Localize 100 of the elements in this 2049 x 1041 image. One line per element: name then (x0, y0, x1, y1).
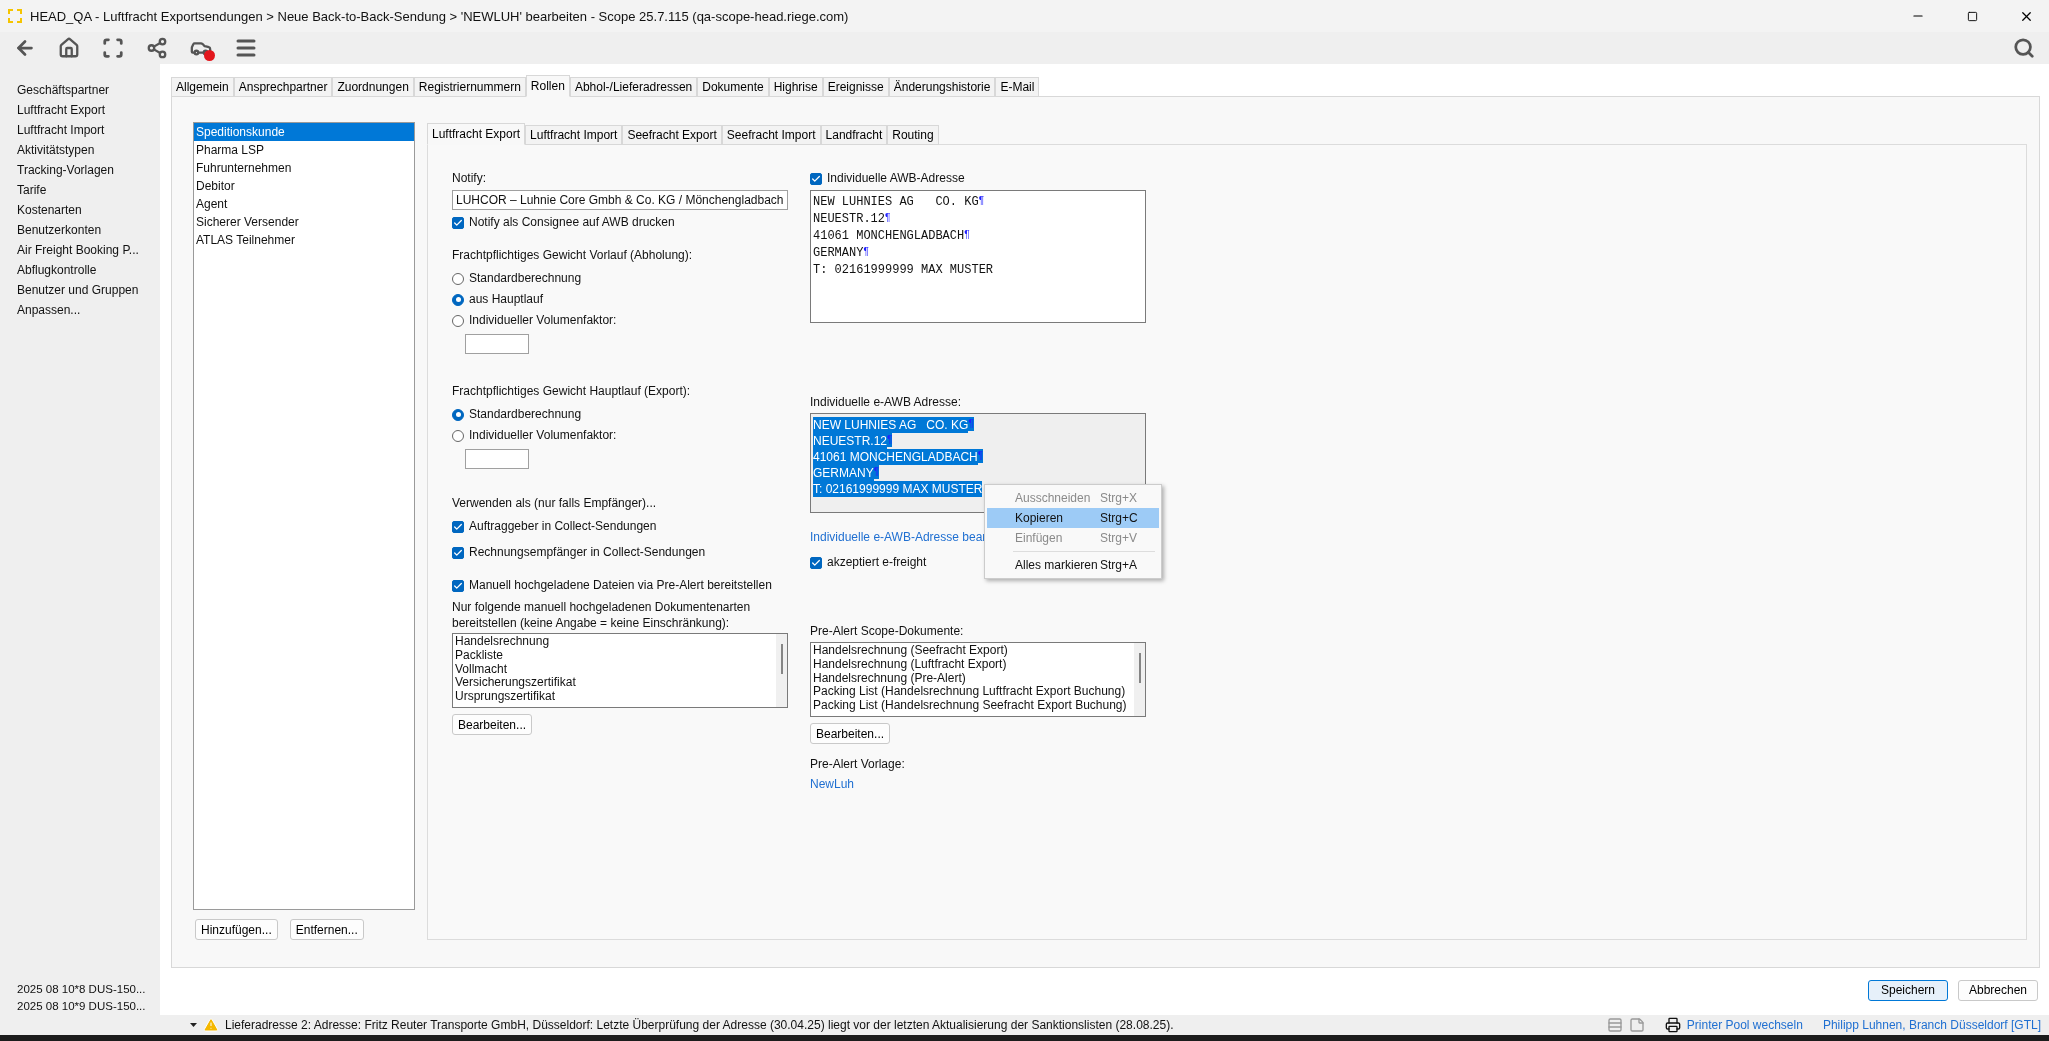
sidebar-item[interactable]: Luftfracht Import (17, 120, 160, 140)
list-item[interactable]: Packliste (455, 648, 774, 663)
checkbox[interactable] (810, 556, 822, 569)
edit-address-link[interactable]: Individuelle e-AWB-Adresse bear (810, 530, 987, 544)
sub-tab[interactable]: Landfracht (820, 125, 888, 145)
radio-button[interactable] (452, 314, 464, 327)
checkbox[interactable] (452, 546, 464, 559)
list-item[interactable]: Packing List (Handelsrechnung Luftfracht Export Buchung) (813, 685, 1132, 700)
checkbox[interactable] (452, 579, 464, 592)
sidebar-item[interactable]: Tracking-Vorlagen (17, 160, 160, 180)
checkbox[interactable] (452, 216, 464, 229)
template-link[interactable]: NewLuh (810, 777, 855, 791)
field-label: Notify: (452, 171, 487, 186)
radio-button[interactable] (452, 272, 464, 285)
address-line: NEW LUHNIES AG CO. KG (813, 194, 979, 211)
radio-label: Individueller Volumenfaktor: (469, 428, 617, 443)
tab[interactable]: Abhol-/Lieferadressen (569, 77, 698, 97)
role-item[interactable]: Debitor (194, 177, 414, 195)
section-label: Frachtpflichtiges Gewicht Vorlauf (Abholung): (452, 248, 694, 263)
sub-tab[interactable]: Luftfracht Export (427, 123, 526, 145)
warning-icon (203, 1017, 219, 1033)
scrollbar[interactable] (1134, 643, 1145, 716)
tab[interactable]: Rollen (525, 75, 570, 97)
tab[interactable]: Ansprechpartner (233, 77, 333, 97)
tab[interactable]: Registriernummern (413, 77, 526, 97)
back-arrow-icon[interactable] (14, 37, 36, 59)
printer-pool-link[interactable]: Printer Pool wechseln (1686, 1017, 1803, 1033)
expand-icon[interactable] (102, 37, 124, 59)
sub-tab[interactable]: Routing (887, 125, 939, 145)
sidebar-item[interactable]: Anpassen... (17, 300, 160, 320)
list-item[interactable]: Handelsrechnung (Seefracht Export) (813, 644, 1132, 658)
list-item[interactable]: Packing List (Handelsrechnung Seefracht Export Buchung) (813, 699, 1132, 713)
share-icon[interactable] (146, 37, 168, 59)
tab[interactable]: Allgemein (171, 77, 234, 97)
footer-button[interactable]: Abbrechen (1958, 979, 2038, 1001)
checkbox-label: Auftraggeber in Collect-Sendungen (469, 519, 657, 534)
tab[interactable]: Änderungshistorie (888, 77, 996, 97)
section-label: Frachtpflichtiges Gewicht Hauptlauf (Export): (452, 384, 692, 399)
list-item[interactable]: Handelsrechnung (Pre-Alert) (813, 671, 1132, 686)
sidebar-item[interactable]: Aktivitätstypen (17, 140, 160, 160)
field-label: Pre-Alert Vorlage: (810, 757, 906, 772)
document-list[interactable]: Handelsrechnung Packliste Vollmacht Versicherungszertifikat Ursprungszertifikat (452, 633, 788, 708)
tab[interactable]: Zuordnungen (332, 77, 414, 97)
caret-icon[interactable] (190, 1023, 197, 1027)
tab[interactable]: Dokumente (697, 77, 769, 97)
scrollbar[interactable] (776, 634, 787, 707)
sidebar-item[interactable]: Abflugkontrolle (17, 260, 160, 280)
recent-item[interactable]: 2025 08 10*8 DUS-150... (17, 981, 160, 998)
role-item[interactable]: Fuhrunternehmen (194, 159, 414, 177)
address-line: 41061 MONCHENGLADBACH (813, 228, 965, 245)
user-link[interactable]: Philipp Luhnen, Branch Düsseldorf [GTL] (1822, 1017, 2041, 1033)
menu-item[interactable]: Kopieren Strg+C (987, 508, 1159, 528)
edit-button[interactable]: Bearbeiten... (810, 723, 891, 744)
app-logo-icon (8, 9, 22, 23)
volume-factor-field[interactable] (465, 334, 529, 354)
sidebar-item[interactable]: Luftfracht Export (17, 100, 160, 120)
radio-label: aus Hauptlauf (469, 292, 544, 307)
sidebar-item[interactable]: Kostenarten (17, 200, 160, 220)
sidebar-item[interactable]: Air Freight Booking P... (17, 240, 160, 260)
notify-field[interactable]: LUHCOR – Luhnie Core Gmbh & Co. KG / Mönchengladbach (452, 190, 788, 210)
role-button[interactable]: Entfernen... (289, 919, 364, 940)
address-text-area[interactable]: NEW LUHNIES AG CO. KG¶ NEUESTR.12¶ 41061 MONCHENGLADBACH¶ GERMANY¶ T: 02161999999 MAX MUSTER (810, 190, 1146, 323)
list-item[interactable]: Handelsrechnung (455, 635, 774, 649)
list-item[interactable]: Versicherungszertifikat (455, 676, 774, 691)
list-item[interactable]: Handelsrechnung (Luftfracht Export) (813, 657, 1132, 672)
volume-factor-field[interactable] (465, 449, 529, 469)
tab[interactable]: E-Mail (995, 77, 1040, 97)
role-item[interactable]: Sicherer Versender (194, 213, 414, 231)
role-item[interactable]: Speditionskunde (194, 123, 414, 141)
menu-item[interactable]: Alles markieren Strg+A (987, 555, 1159, 575)
role-item[interactable]: Pharma LSP (194, 141, 414, 159)
sidebar-item[interactable]: Benutzer und Gruppen (17, 280, 160, 300)
footer-button[interactable]: Speichern (1868, 979, 1948, 1001)
radio-button[interactable] (452, 293, 464, 306)
home-icon[interactable] (58, 37, 80, 59)
checkbox[interactable] (810, 172, 822, 185)
role-item[interactable]: ATLAS Teilnehmer (194, 231, 414, 249)
sub-tab[interactable]: Seefracht Export (622, 125, 722, 145)
checkbox[interactable] (452, 520, 464, 533)
sidebar-item[interactable]: Benutzerkonten (17, 220, 160, 240)
edit-button[interactable]: Bearbeiten... (452, 714, 533, 735)
address-line: NEUESTR.12 (813, 211, 885, 228)
list-item[interactable]: Vollmacht (455, 662, 774, 677)
checkbox-label: Manuell hochgeladene Dateien via Pre-Alert bereitstellen (469, 578, 772, 593)
radio-button[interactable] (452, 429, 464, 442)
document-list[interactable] (810, 642, 1146, 717)
role-button[interactable]: Hinzufügen... (195, 919, 278, 940)
recent-item[interactable]: 2025 08 10*9 DUS-150... (17, 998, 160, 1015)
sidebar-item[interactable]: Geschäftspartner (17, 80, 160, 100)
maximize-icon[interactable] (1966, 10, 1978, 22)
sub-tab[interactable]: Seefracht Import (721, 125, 821, 145)
tab[interactable]: Ereignisse (822, 77, 889, 97)
tab[interactable]: Highrise (768, 77, 823, 97)
sub-tab[interactable]: Luftfracht Import (525, 125, 623, 145)
sidebar-item[interactable]: Tarife (17, 180, 160, 200)
role-item[interactable]: Agent (194, 195, 414, 213)
search-icon[interactable] (2013, 37, 2035, 59)
printer-icon[interactable] (1664, 1017, 1681, 1033)
list-item[interactable]: Ursprungszertifikat (455, 690, 774, 704)
radio-button[interactable] (452, 408, 464, 421)
